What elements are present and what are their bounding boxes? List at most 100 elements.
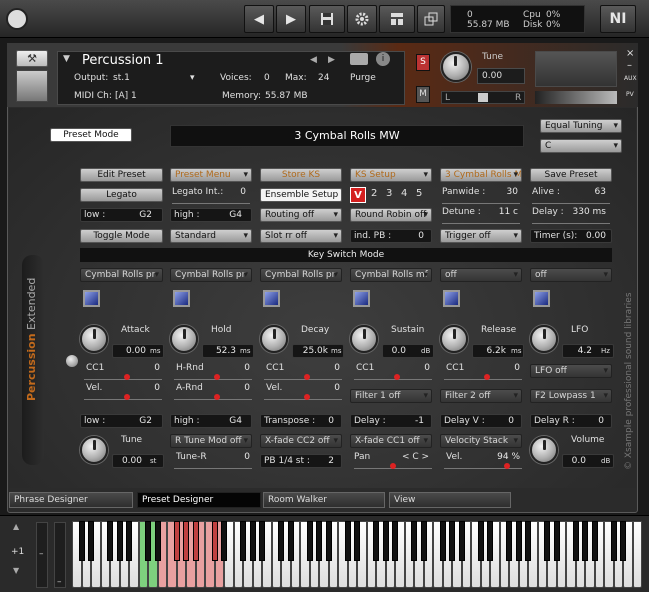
slot-1-dropdown[interactable]: Cymbal Rolls pr — [80, 268, 163, 282]
slot-1-toggle[interactable] — [83, 290, 100, 307]
pan-slider-bottom[interactable] — [354, 461, 432, 469]
black-key[interactable] — [544, 521, 550, 561]
aux-label[interactable]: AUX — [624, 75, 637, 82]
mod-wheel[interactable]: – — [54, 522, 66, 588]
attack-arnd-slider[interactable] — [174, 392, 252, 400]
tab-preset-designer[interactable]: Preset Designer — [137, 492, 261, 508]
slot-4-dropdown[interactable]: Cymbal Rolls mf — [350, 268, 432, 282]
ks-number-4[interactable]: 4 — [401, 188, 407, 199]
output-value[interactable]: st.1 — [113, 73, 130, 83]
preset-mode-button[interactable]: Preset Mode — [50, 128, 132, 142]
black-key[interactable] — [553, 521, 560, 561]
black-key[interactable] — [107, 521, 113, 561]
black-key[interactable] — [154, 521, 161, 561]
black-key[interactable] — [126, 521, 132, 561]
ks-v-button[interactable]: V — [350, 187, 366, 203]
slot-rr-dropdown[interactable]: Slot rr off — [260, 229, 342, 243]
black-key[interactable] — [506, 521, 512, 561]
black-key[interactable] — [458, 521, 465, 561]
mute-button[interactable]: M — [416, 86, 430, 103]
gear-icon[interactable] — [347, 5, 377, 33]
output-dropdown-icon[interactable]: ▾ — [190, 73, 195, 83]
minimize-icon[interactable]: – — [627, 60, 632, 71]
black-key[interactable] — [145, 521, 151, 561]
ensemble-setup-button[interactable]: Ensemble Setup — [260, 188, 342, 202]
tab-room-walker[interactable]: Room Walker — [263, 492, 385, 508]
slot-5-dropdown[interactable]: off — [440, 268, 522, 282]
ks-number-2[interactable]: 2 — [371, 188, 377, 199]
slot-5-toggle[interactable] — [443, 290, 460, 307]
ni-logo[interactable]: NI — [600, 5, 636, 33]
slot-6-dropdown[interactable]: off — [530, 268, 612, 282]
prev-instrument-button[interactable]: ◀ — [244, 5, 274, 33]
decay-vel-slider[interactable] — [264, 392, 342, 400]
volume-fader[interactable] — [535, 91, 617, 104]
midi-value[interactable]: [A] 1 — [115, 91, 137, 101]
max-value[interactable]: 24 — [318, 73, 329, 83]
slot-4-toggle[interactable] — [353, 290, 370, 307]
save-icon[interactable] — [309, 5, 345, 33]
black-key[interactable] — [620, 521, 626, 561]
black-key[interactable] — [354, 521, 360, 561]
black-key[interactable] — [392, 521, 398, 561]
pan-slider[interactable]: L R — [441, 91, 525, 104]
black-key[interactable] — [325, 521, 332, 561]
velocity-stack-dropdown[interactable]: Velocity Stack — [440, 434, 522, 448]
layout-icon[interactable] — [379, 5, 415, 33]
instrument-name[interactable]: Percussion 1 — [82, 53, 164, 68]
black-key[interactable] — [610, 521, 617, 561]
lfo-knob[interactable] — [530, 325, 558, 353]
octave-down-icon[interactable]: ▼ — [13, 566, 19, 575]
slot-6-toggle[interactable] — [533, 290, 550, 307]
save-preset-button[interactable]: Save Preset — [530, 168, 612, 182]
lfo-off-dropdown[interactable]: LFO off — [530, 364, 612, 378]
resize-icon[interactable] — [417, 5, 445, 33]
hold-hrnd-slider[interactable] — [174, 372, 252, 380]
ks-setup-dropdown[interactable]: KS Setup — [350, 168, 432, 182]
pv-label[interactable]: PV — [626, 91, 634, 98]
pitch-wheel[interactable]: – — [36, 522, 48, 588]
info-icon[interactable]: i — [376, 52, 390, 66]
attack-cc1-slider[interactable] — [84, 372, 162, 380]
slot-2-toggle[interactable] — [173, 290, 190, 307]
black-key[interactable] — [306, 521, 313, 561]
next-arrow-icon[interactable]: ▶ — [328, 55, 335, 65]
bottom-vel-slider[interactable] — [444, 461, 522, 469]
black-key[interactable] — [173, 521, 180, 561]
black-key[interactable] — [591, 521, 598, 561]
release-cc1-slider[interactable] — [444, 372, 522, 380]
octave-up-icon[interactable]: ▲ — [13, 522, 19, 531]
black-key[interactable] — [78, 521, 85, 561]
tune-knob[interactable] — [80, 436, 108, 464]
black-key[interactable] — [515, 521, 522, 561]
black-key[interactable] — [221, 521, 227, 561]
decay-knob[interactable] — [260, 325, 288, 353]
xfade-cc1-dropdown[interactable]: X-fade CC1 off — [350, 434, 432, 448]
key-dropdown[interactable]: C — [540, 139, 622, 153]
attack-knob[interactable] — [80, 325, 108, 353]
round-robin-dropdown[interactable]: Round Robin off — [350, 208, 432, 222]
filter-1-dropdown[interactable]: Filter 1 off — [350, 389, 432, 403]
black-key[interactable] — [183, 521, 189, 561]
black-key[interactable] — [382, 521, 389, 561]
pan-handle[interactable] — [478, 93, 488, 102]
delay-slider[interactable] — [532, 216, 610, 224]
slot-3-dropdown[interactable]: Cymbal Rolls pr — [260, 268, 342, 282]
volume-knob[interactable] — [530, 436, 558, 464]
store-ks-button[interactable]: Store KS — [260, 168, 342, 182]
black-key[interactable] — [373, 521, 379, 561]
black-key[interactable] — [572, 521, 579, 561]
hold-knob[interactable] — [170, 325, 198, 353]
tune-r-slider[interactable] — [174, 461, 252, 469]
edit-preset-button[interactable]: Edit Preset — [80, 168, 163, 182]
camera-icon[interactable] — [350, 53, 368, 65]
black-key[interactable] — [287, 521, 294, 561]
legato-int-slider[interactable] — [172, 196, 250, 204]
black-key[interactable] — [211, 521, 218, 561]
r-tune-mod-dropdown[interactable]: R Tune Mod off — [170, 434, 252, 448]
tuning-dropdown[interactable]: Equal Tuning — [540, 119, 622, 133]
black-key[interactable] — [344, 521, 351, 561]
black-key[interactable] — [192, 521, 199, 561]
black-key[interactable] — [487, 521, 493, 561]
black-key[interactable] — [525, 521, 531, 561]
